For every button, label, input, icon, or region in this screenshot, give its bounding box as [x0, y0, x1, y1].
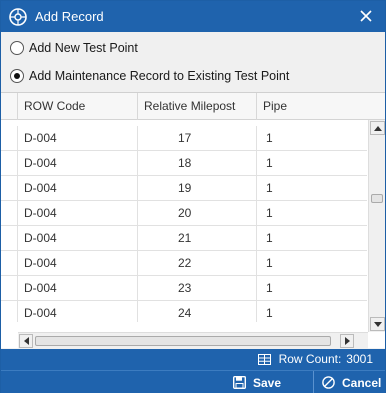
- option-existing-label: Add Maintenance Record to Existing Test …: [29, 69, 290, 83]
- scroll-down-button[interactable]: [370, 317, 385, 331]
- row-code-cell[interactable]: D-004: [18, 176, 138, 201]
- row-code-cell[interactable]: D-004: [18, 251, 138, 276]
- milepost-cell[interactable]: 21: [138, 226, 257, 251]
- row-selector[interactable]: [1, 176, 18, 201]
- row-selector[interactable]: [1, 226, 18, 251]
- row-count-indicator: Row Count: 3001: [257, 352, 373, 366]
- horizontal-scroll-thumb[interactable]: [35, 336, 331, 346]
- arrow-down-icon: [373, 321, 382, 327]
- option-new-label: Add New Test Point: [29, 41, 138, 55]
- grid-rows: D-004 17 1 D-004 18 1 D-004 19 1 D-004 2…: [1, 126, 367, 322]
- save-icon: [233, 376, 246, 389]
- app-logo-icon: [9, 7, 27, 26]
- close-icon[interactable]: [357, 7, 375, 25]
- dialog-footer: Save Cancel: [1, 370, 385, 393]
- row-code-cell[interactable]: D-004: [18, 226, 138, 251]
- option-new-test-point[interactable]: Add New Test Point: [10, 41, 138, 55]
- column-header-row-code[interactable]: ROW Code: [18, 93, 138, 120]
- milepost-cell[interactable]: 23: [138, 276, 257, 301]
- table-row[interactable]: D-004 20 1: [1, 201, 367, 226]
- row-count-value: 3001: [346, 352, 373, 366]
- option-existing-test-point[interactable]: Add Maintenance Record to Existing Test …: [10, 69, 289, 83]
- table-row[interactable]: D-004 19 1: [1, 176, 367, 201]
- row-code-cell[interactable]: D-004: [18, 126, 138, 151]
- pipe-cell[interactable]: 1: [257, 176, 367, 201]
- vertical-scroll-thumb[interactable]: [371, 194, 383, 203]
- radio-existing-test-point[interactable]: [10, 69, 24, 83]
- scroll-right-button[interactable]: [340, 334, 354, 348]
- row-code-cell[interactable]: D-004: [18, 276, 138, 301]
- milepost-cell[interactable]: 18: [138, 151, 257, 176]
- pipe-cell[interactable]: 1: [257, 276, 367, 301]
- add-record-dialog: Add Record Add New Test Point Add Mainte…: [0, 0, 386, 393]
- table-row[interactable]: D-004 22 1: [1, 251, 367, 276]
- row-selector[interactable]: [1, 151, 18, 176]
- milepost-cell[interactable]: 24: [138, 301, 257, 322]
- row-count-label: Row Count:: [278, 352, 342, 366]
- status-bar: Row Count: 3001: [1, 349, 385, 370]
- scroll-up-button[interactable]: [370, 121, 385, 135]
- window-title: Add Record: [35, 9, 104, 24]
- table-row[interactable]: D-004 24 1: [1, 301, 367, 322]
- table-row[interactable]: D-004 18 1: [1, 151, 367, 176]
- row-selector[interactable]: [1, 126, 18, 151]
- arrow-left-icon: [23, 337, 29, 345]
- row-selector[interactable]: [1, 276, 18, 301]
- pipe-cell[interactable]: 1: [257, 226, 367, 251]
- radio-new-test-point[interactable]: [10, 41, 24, 55]
- milepost-cell[interactable]: 22: [138, 251, 257, 276]
- test-point-grid: ROW Code Relative Milepost Pipe D-004 17…: [1, 92, 385, 349]
- row-selector[interactable]: [1, 251, 18, 276]
- save-label: Save: [253, 375, 282, 390]
- table-icon: [257, 353, 271, 365]
- row-code-cell[interactable]: D-004: [18, 151, 138, 176]
- column-header-relative-milepost[interactable]: Relative Milepost: [138, 93, 257, 120]
- column-header-pipe[interactable]: Pipe: [257, 93, 367, 120]
- grid-header: ROW Code Relative Milepost Pipe: [1, 93, 385, 120]
- table-row[interactable]: D-004 17 1: [1, 126, 367, 151]
- pipe-cell[interactable]: 1: [257, 301, 367, 322]
- milepost-cell[interactable]: 17: [138, 126, 257, 151]
- cancel-button[interactable]: Cancel: [313, 371, 381, 393]
- arrow-right-icon: [344, 337, 350, 345]
- milepost-cell[interactable]: 20: [138, 201, 257, 226]
- title-bar: Add Record: [1, 1, 385, 32]
- horizontal-scrollbar[interactable]: [18, 332, 368, 349]
- scroll-left-button[interactable]: [19, 334, 33, 348]
- cancel-icon: [322, 376, 335, 389]
- table-row[interactable]: D-004 21 1: [1, 226, 367, 251]
- arrow-up-icon: [373, 125, 382, 131]
- row-selector[interactable]: [1, 201, 18, 226]
- vertical-scrollbar[interactable]: [368, 120, 385, 332]
- row-code-cell[interactable]: D-004: [18, 301, 138, 322]
- pipe-cell[interactable]: 1: [257, 126, 367, 151]
- row-selector-header: [1, 93, 18, 120]
- table-row[interactable]: D-004 23 1: [1, 276, 367, 301]
- row-selector[interactable]: [1, 301, 18, 322]
- save-button[interactable]: Save: [233, 371, 281, 393]
- pipe-cell[interactable]: 1: [257, 251, 367, 276]
- pipe-cell[interactable]: 1: [257, 201, 367, 226]
- row-code-cell[interactable]: D-004: [18, 201, 138, 226]
- cancel-label: Cancel: [342, 375, 382, 390]
- milepost-cell[interactable]: 19: [138, 176, 257, 201]
- record-type-options: Add New Test Point Add Maintenance Recor…: [1, 32, 385, 92]
- pipe-cell[interactable]: 1: [257, 151, 367, 176]
